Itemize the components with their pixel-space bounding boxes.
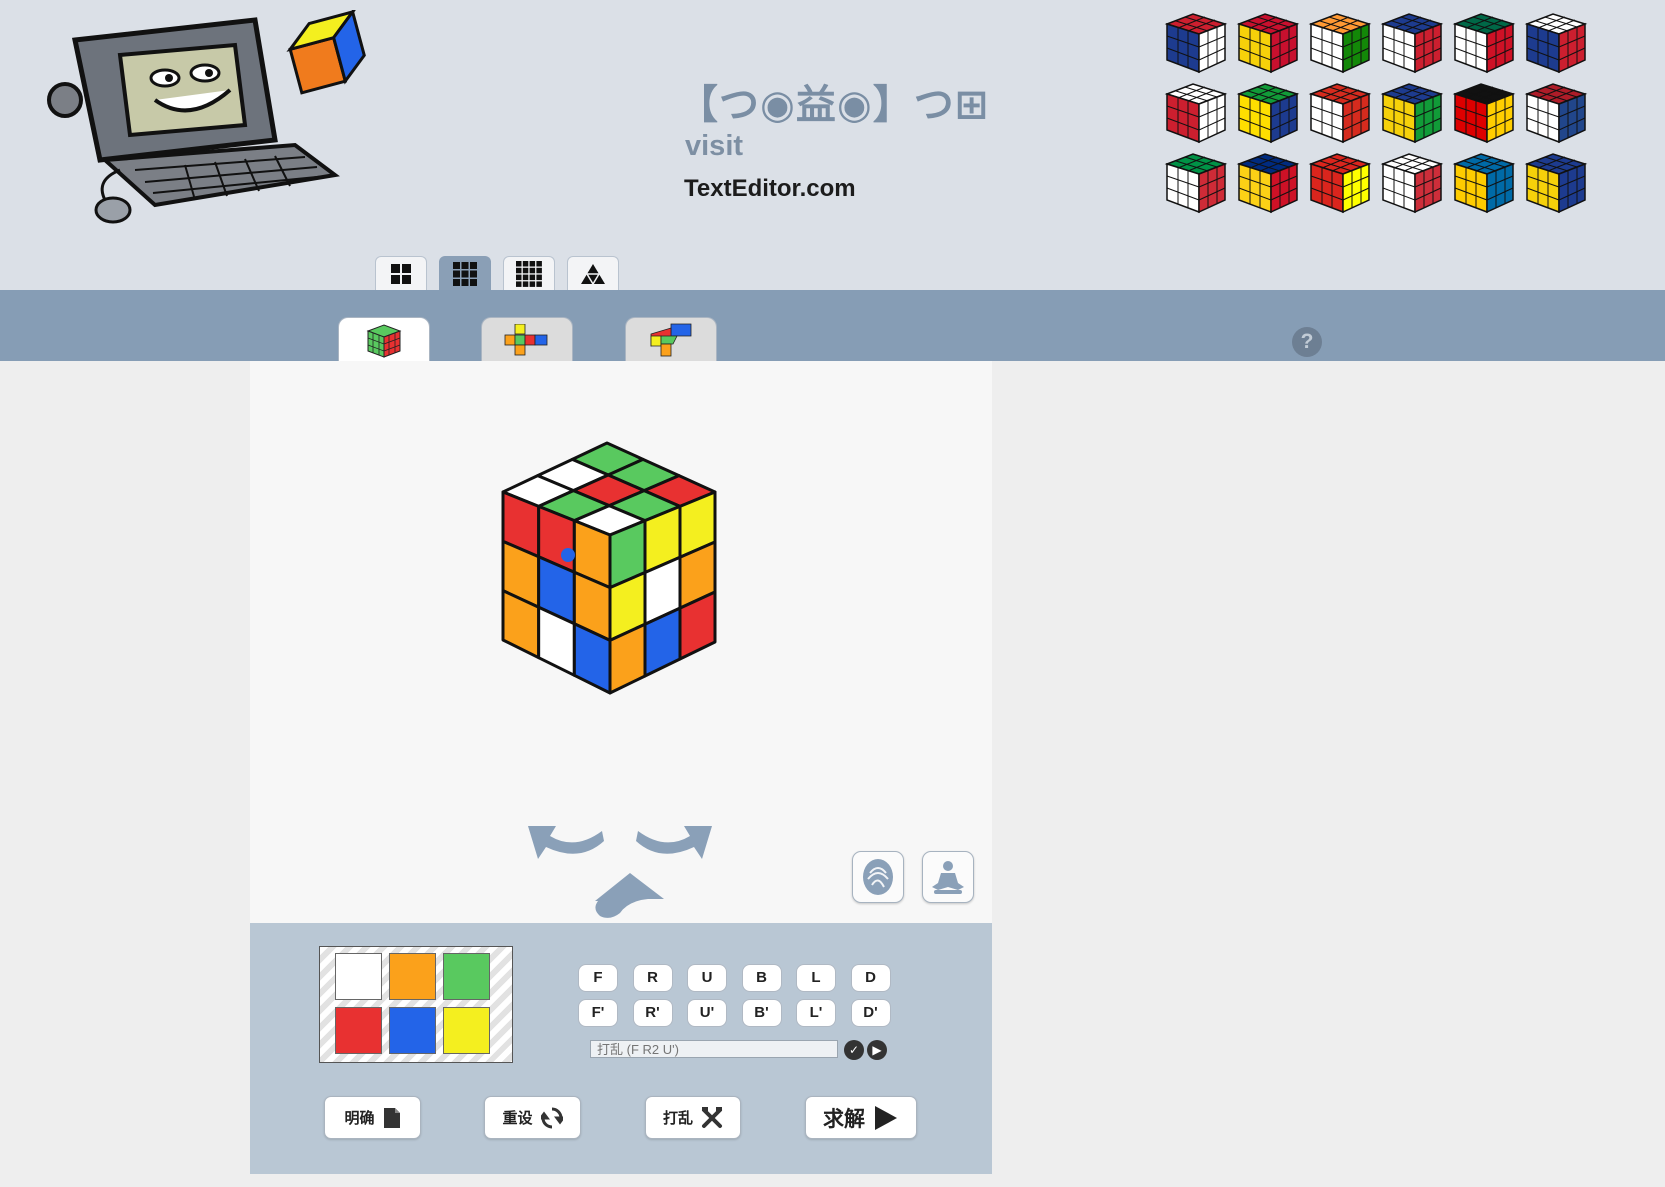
2x2-cube-tab[interactable] — [375, 256, 427, 290]
uk-flag-cube[interactable] — [1163, 10, 1229, 76]
meditation-icon — [932, 861, 964, 894]
play-scramble-icon[interactable]: ▶ — [867, 1040, 887, 1060]
apply-check-icon[interactable]: ✓ — [844, 1040, 864, 1060]
cube-half-net-icon — [650, 323, 692, 356]
half-net-view-tab[interactable] — [625, 317, 717, 361]
reset-button[interactable]: 重设 — [484, 1096, 581, 1139]
rotate-left-icon[interactable] — [528, 826, 604, 859]
document-icon — [383, 1107, 400, 1128]
computer-mascot-icon — [47, 10, 366, 224]
move-button-d-prime[interactable]: D' — [850, 999, 891, 1027]
cube-3d-icon — [366, 323, 402, 358]
rotation-controls — [528, 826, 712, 918]
italy-flag-cube[interactable] — [1163, 150, 1229, 216]
color-swatch-orange[interactable] — [389, 953, 436, 1000]
view-bar — [0, 290, 1665, 361]
visit-label: visit — [685, 130, 744, 162]
shuffle-icon — [702, 1106, 722, 1128]
selected-color-cursor-icon — [561, 548, 575, 562]
move-button-l[interactable]: L — [796, 964, 836, 992]
fingerprint-icon — [863, 859, 893, 895]
reset-button-label: 重设 — [502, 1109, 533, 1127]
3d-view-tab[interactable] — [338, 317, 430, 361]
canada-flag-cube[interactable] — [1307, 80, 1373, 146]
pyraminx-tab[interactable] — [567, 256, 619, 290]
move-button-l-prime[interactable]: L' — [796, 999, 836, 1027]
rubiks-cube-3d[interactable] — [490, 431, 770, 701]
clear-button[interactable]: 明确 — [324, 1096, 421, 1139]
controls-panel: ✓ ▶ 明确 重设 打乱 求解 FRUBLD F' R' U' B' L' D' — [250, 923, 992, 1174]
move-button-u-prime[interactable]: U' — [687, 999, 727, 1027]
move-button-b-prime[interactable]: B' — [741, 999, 782, 1027]
grid-2x2-icon — [391, 263, 411, 284]
ukraine-flag-cube[interactable] — [1379, 80, 1445, 146]
cube-stage — [250, 361, 992, 923]
korea-flag-cube[interactable] — [1379, 150, 1445, 216]
move-button-f-prime[interactable]: F' — [578, 999, 618, 1027]
flag-cube-grid — [1163, 10, 1603, 220]
russia-flag-cube[interactable] — [1523, 10, 1589, 76]
brazil-flag-cube[interactable] — [1235, 80, 1301, 146]
solve-button[interactable]: 求解 — [805, 1096, 917, 1139]
vietnam-flag-cube[interactable] — [1307, 150, 1373, 216]
blue-yellow-flag-cube[interactable] — [1523, 150, 1589, 216]
netherlands-flag-cube[interactable] — [1523, 80, 1589, 146]
net-view-tab[interactable] — [481, 317, 573, 361]
spain-flag-cube[interactable] — [1235, 10, 1301, 76]
clear-button-label: 明确 — [344, 1109, 375, 1127]
help-icon[interactable]: ? — [1292, 327, 1322, 357]
move-button-u[interactable]: U — [687, 964, 727, 992]
move-button-d[interactable]: D — [850, 964, 891, 992]
site-link[interactable]: TextEditor.com — [684, 175, 856, 203]
sweden-flag-cube[interactable] — [1451, 150, 1517, 216]
grid-3x3-icon — [453, 261, 477, 286]
4x4-cube-tab[interactable] — [503, 256, 555, 290]
color-swatch-red[interactable] — [335, 1007, 382, 1054]
mexico-flag-cube[interactable] — [1451, 10, 1517, 76]
3x3-cube-tab[interactable] — [439, 256, 491, 290]
solve-button-label: 求解 — [823, 1106, 865, 1131]
scramble-button[interactable]: 打乱 — [645, 1096, 741, 1139]
meditation-button[interactable] — [922, 851, 974, 903]
rotate-up-icon[interactable] — [595, 873, 664, 918]
france-flag-cube[interactable] — [1379, 10, 1445, 76]
emoticon-text: 【つ◉益◉】つ⊞ — [678, 82, 990, 128]
germany-flag-cube[interactable] — [1451, 80, 1517, 146]
move-button-f[interactable]: F — [578, 964, 618, 992]
move-button-r[interactable]: R — [632, 964, 673, 992]
color-swatch-yellow[interactable] — [443, 1007, 490, 1054]
rotate-right-icon[interactable] — [636, 826, 712, 859]
scramble-input[interactable] — [590, 1040, 838, 1058]
romania-flag-cube[interactable] — [1235, 150, 1301, 216]
color-swatch-green[interactable] — [443, 953, 490, 1000]
pyramid-icon — [581, 263, 605, 284]
grid-4x4-icon — [516, 260, 542, 287]
color-palette — [319, 946, 513, 1063]
scramble-button-label: 打乱 — [662, 1109, 693, 1127]
move-button-r-prime[interactable]: R' — [632, 999, 673, 1027]
refresh-icon — [540, 1107, 563, 1128]
move-button-b[interactable]: B — [741, 964, 782, 992]
india-flag-cube[interactable] — [1307, 10, 1373, 76]
cube-net-icon — [504, 323, 548, 355]
play-icon — [875, 1105, 897, 1130]
england-flag-cube[interactable] — [1163, 80, 1229, 146]
color-swatch-blue[interactable] — [389, 1007, 436, 1054]
color-swatch-white[interactable] — [335, 953, 382, 1000]
header: 【つ◉益◉】つ⊞ visit TextEditor.com — [0, 0, 1665, 290]
fingerprint-button[interactable] — [852, 851, 904, 903]
